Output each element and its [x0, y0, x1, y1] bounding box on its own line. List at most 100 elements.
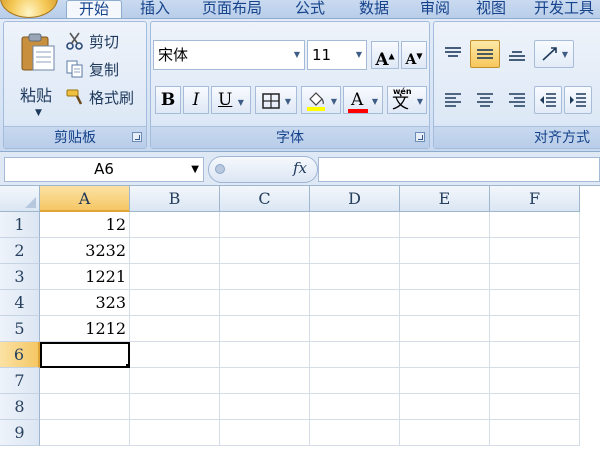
row-header-9[interactable]: 9 — [0, 420, 40, 446]
borders-button[interactable]: ▼ — [255, 86, 297, 114]
cell-a6[interactable] — [40, 342, 130, 368]
row-header-5[interactable]: 5 — [0, 316, 40, 342]
cell-a3[interactable]: 1221 — [40, 264, 130, 290]
cell-a7[interactable] — [40, 368, 130, 394]
cell-e9[interactable] — [400, 420, 490, 446]
cell-e7[interactable] — [400, 368, 490, 394]
tab-formulas[interactable]: 公式 — [282, 0, 338, 19]
increase-indent-button[interactable] — [564, 86, 592, 114]
cell-e5[interactable] — [400, 316, 490, 342]
cell-f2[interactable] — [490, 238, 580, 264]
cell-a4[interactable]: 323 — [40, 290, 130, 316]
align-top-button[interactable] — [438, 40, 468, 68]
cell-c5[interactable] — [220, 316, 310, 342]
cell-c3[interactable] — [220, 264, 310, 290]
cell-a1[interactable]: 12 — [40, 212, 130, 238]
column-header-f[interactable]: F — [490, 186, 580, 212]
cell-b6[interactable] — [130, 342, 220, 368]
cell-f4[interactable] — [490, 290, 580, 316]
row-header-8[interactable]: 8 — [0, 394, 40, 420]
orientation-button[interactable]: ▼ — [534, 40, 574, 68]
cell-e8[interactable] — [400, 394, 490, 420]
column-header-c[interactable]: C — [220, 186, 310, 212]
formula-input[interactable] — [318, 157, 600, 182]
copy-button[interactable]: 复制 — [64, 56, 120, 82]
cell-c1[interactable] — [220, 212, 310, 238]
cell-e3[interactable] — [400, 264, 490, 290]
row-header-2[interactable]: 2 — [0, 238, 40, 264]
cell-d3[interactable] — [310, 264, 400, 290]
cell-b7[interactable] — [130, 368, 220, 394]
cell-e2[interactable] — [400, 238, 490, 264]
cell-b9[interactable] — [130, 420, 220, 446]
cell-d4[interactable] — [310, 290, 400, 316]
cell-f8[interactable] — [490, 394, 580, 420]
tab-data[interactable]: 数据 — [346, 0, 402, 19]
align-right-button[interactable] — [502, 86, 532, 114]
cell-a8[interactable] — [40, 394, 130, 420]
cell-e1[interactable] — [400, 212, 490, 238]
row-header-4[interactable]: 4 — [0, 290, 40, 316]
column-header-d[interactable]: D — [310, 186, 400, 212]
tab-home[interactable]: 开始 — [66, 0, 122, 19]
formula-bar-resize-handle[interactable] — [215, 164, 225, 174]
align-center-button[interactable] — [470, 86, 500, 114]
cell-c8[interactable] — [220, 394, 310, 420]
phonetic-guide-button[interactable]: wén 文 ▼ — [387, 86, 427, 114]
cell-d2[interactable] — [310, 238, 400, 264]
insert-function-icon[interactable]: fx — [293, 159, 307, 177]
office-button[interactable] — [0, 0, 58, 18]
cell-c2[interactable] — [220, 238, 310, 264]
cell-d9[interactable] — [310, 420, 400, 446]
cell-e6[interactable] — [400, 342, 490, 368]
align-bottom-button[interactable] — [502, 40, 532, 68]
cell-c7[interactable] — [220, 368, 310, 394]
cell-d1[interactable] — [310, 212, 400, 238]
clipboard-dialog-launcher-icon[interactable] — [132, 132, 142, 142]
shrink-font-button[interactable]: A▼ — [401, 41, 427, 69]
align-middle-button[interactable] — [470, 40, 500, 68]
column-header-e[interactable]: E — [400, 186, 490, 212]
tab-view[interactable]: 视图 — [466, 0, 516, 19]
cell-f3[interactable] — [490, 264, 580, 290]
cell-f5[interactable] — [490, 316, 580, 342]
cell-b8[interactable] — [130, 394, 220, 420]
cell-d7[interactable] — [310, 368, 400, 394]
column-header-b[interactable]: B — [130, 186, 220, 212]
row-header-6[interactable]: 6 — [0, 342, 40, 368]
font-color-button[interactable]: A ▼ — [343, 86, 383, 114]
cell-f1[interactable] — [490, 212, 580, 238]
cell-b2[interactable] — [130, 238, 220, 264]
column-header-a[interactable]: A — [40, 186, 130, 212]
row-header-1[interactable]: 1 — [0, 212, 40, 238]
cell-d5[interactable] — [310, 316, 400, 342]
cell-c4[interactable] — [220, 290, 310, 316]
cell-a9[interactable] — [40, 420, 130, 446]
cell-f7[interactable] — [490, 368, 580, 394]
cell-c6[interactable] — [220, 342, 310, 368]
tab-insert[interactable]: 插入 — [130, 0, 180, 19]
chevron-down-icon[interactable]: ▼ — [191, 158, 199, 181]
cell-c9[interactable] — [220, 420, 310, 446]
grow-font-button[interactable]: A▲ — [371, 41, 399, 70]
row-header-7[interactable]: 7 — [0, 368, 40, 394]
cell-e4[interactable] — [400, 290, 490, 316]
row-header-3[interactable]: 3 — [0, 264, 40, 290]
tab-review[interactable]: 审阅 — [410, 0, 460, 19]
decrease-indent-button[interactable] — [534, 86, 562, 114]
tab-page-layout[interactable]: 页面布局 — [190, 0, 274, 19]
cell-b5[interactable] — [130, 316, 220, 342]
bold-button[interactable]: B — [155, 86, 181, 114]
cell-b4[interactable] — [130, 290, 220, 316]
italic-button[interactable]: I — [183, 86, 209, 114]
align-left-button[interactable] — [438, 86, 468, 114]
cell-a2[interactable]: 3232 — [40, 238, 130, 264]
cell-a5[interactable]: 1212 — [40, 316, 130, 342]
fill-color-button[interactable]: ▼ — [301, 86, 341, 114]
cell-f9[interactable] — [490, 420, 580, 446]
select-all-corner[interactable] — [0, 186, 40, 212]
cell-b1[interactable] — [130, 212, 220, 238]
cell-b3[interactable] — [130, 264, 220, 290]
cell-f6[interactable] — [490, 342, 580, 368]
name-box[interactable]: A6 ▼ — [4, 157, 204, 182]
